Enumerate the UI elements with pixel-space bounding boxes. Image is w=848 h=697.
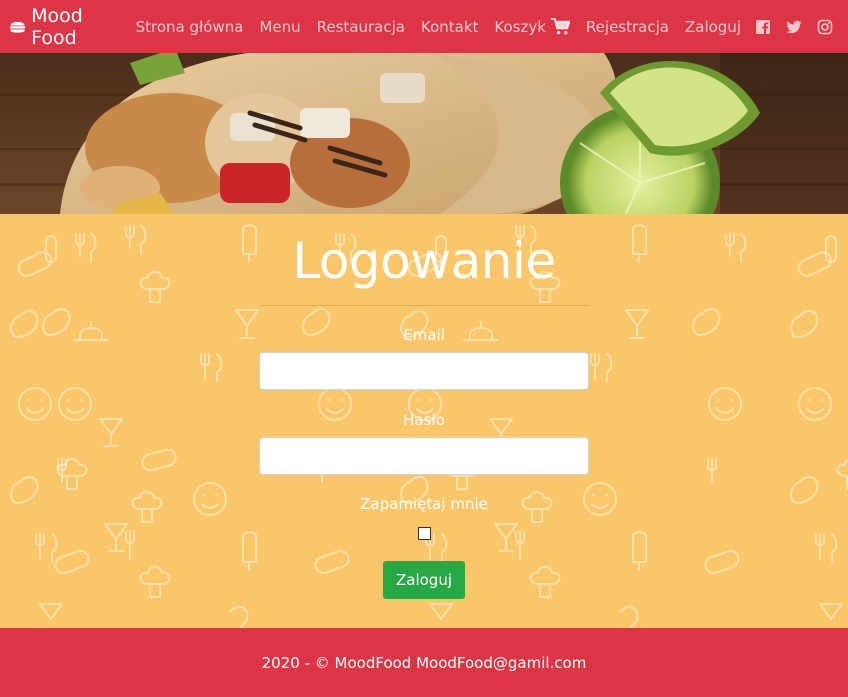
nav-item-cart[interactable]: Koszyk bbox=[494, 18, 570, 36]
email-field[interactable] bbox=[259, 352, 589, 390]
nav-item-home[interactable]: Strona główna bbox=[136, 18, 244, 36]
nav-item-menu[interactable]: Menu bbox=[259, 18, 300, 36]
instagram-icon[interactable] bbox=[817, 19, 833, 35]
page-title: Logowanie bbox=[292, 232, 556, 290]
facebook-icon[interactable] bbox=[755, 19, 771, 35]
password-label: Hasło bbox=[403, 411, 445, 429]
social-links bbox=[755, 19, 848, 35]
title-divider bbox=[259, 305, 589, 306]
password-field[interactable] bbox=[259, 437, 589, 475]
nav-item-restaurant[interactable]: Restauracja bbox=[317, 18, 405, 36]
navbar: Mood Food Strona główna Menu Restauracja… bbox=[0, 0, 848, 53]
login-button[interactable]: Zaloguj bbox=[382, 561, 465, 599]
brand-link[interactable]: Mood Food bbox=[9, 5, 112, 49]
hamburger-icon bbox=[9, 21, 26, 33]
cart-icon bbox=[550, 18, 570, 35]
nav-item-contact[interactable]: Kontakt bbox=[421, 18, 478, 36]
food-photo-icon bbox=[0, 53, 848, 214]
nav-links: Strona główna Menu Restauracja Kontakt K… bbox=[136, 18, 757, 36]
nav-item-login[interactable]: Zaloguj bbox=[685, 18, 741, 36]
footer-copyright: 2020 - © MoodFood MoodFood@gamil.com bbox=[261, 653, 587, 672]
footer: 2020 - © MoodFood MoodFood@gamil.com bbox=[0, 628, 848, 697]
email-label: Email bbox=[403, 326, 445, 344]
remember-me-label: Zapamiętaj mnie bbox=[360, 495, 488, 513]
login-form: Logowanie Email Hasło Zapamiętaj mnie Za… bbox=[259, 214, 589, 599]
nav-item-register[interactable]: Rejestracja bbox=[586, 18, 669, 36]
brand-name: Mood Food bbox=[31, 4, 83, 49]
hero-image bbox=[0, 53, 848, 214]
twitter-icon[interactable] bbox=[786, 19, 802, 35]
nav-item-cart-label: Koszyk bbox=[494, 17, 546, 36]
remember-me-checkbox[interactable] bbox=[417, 527, 431, 540]
